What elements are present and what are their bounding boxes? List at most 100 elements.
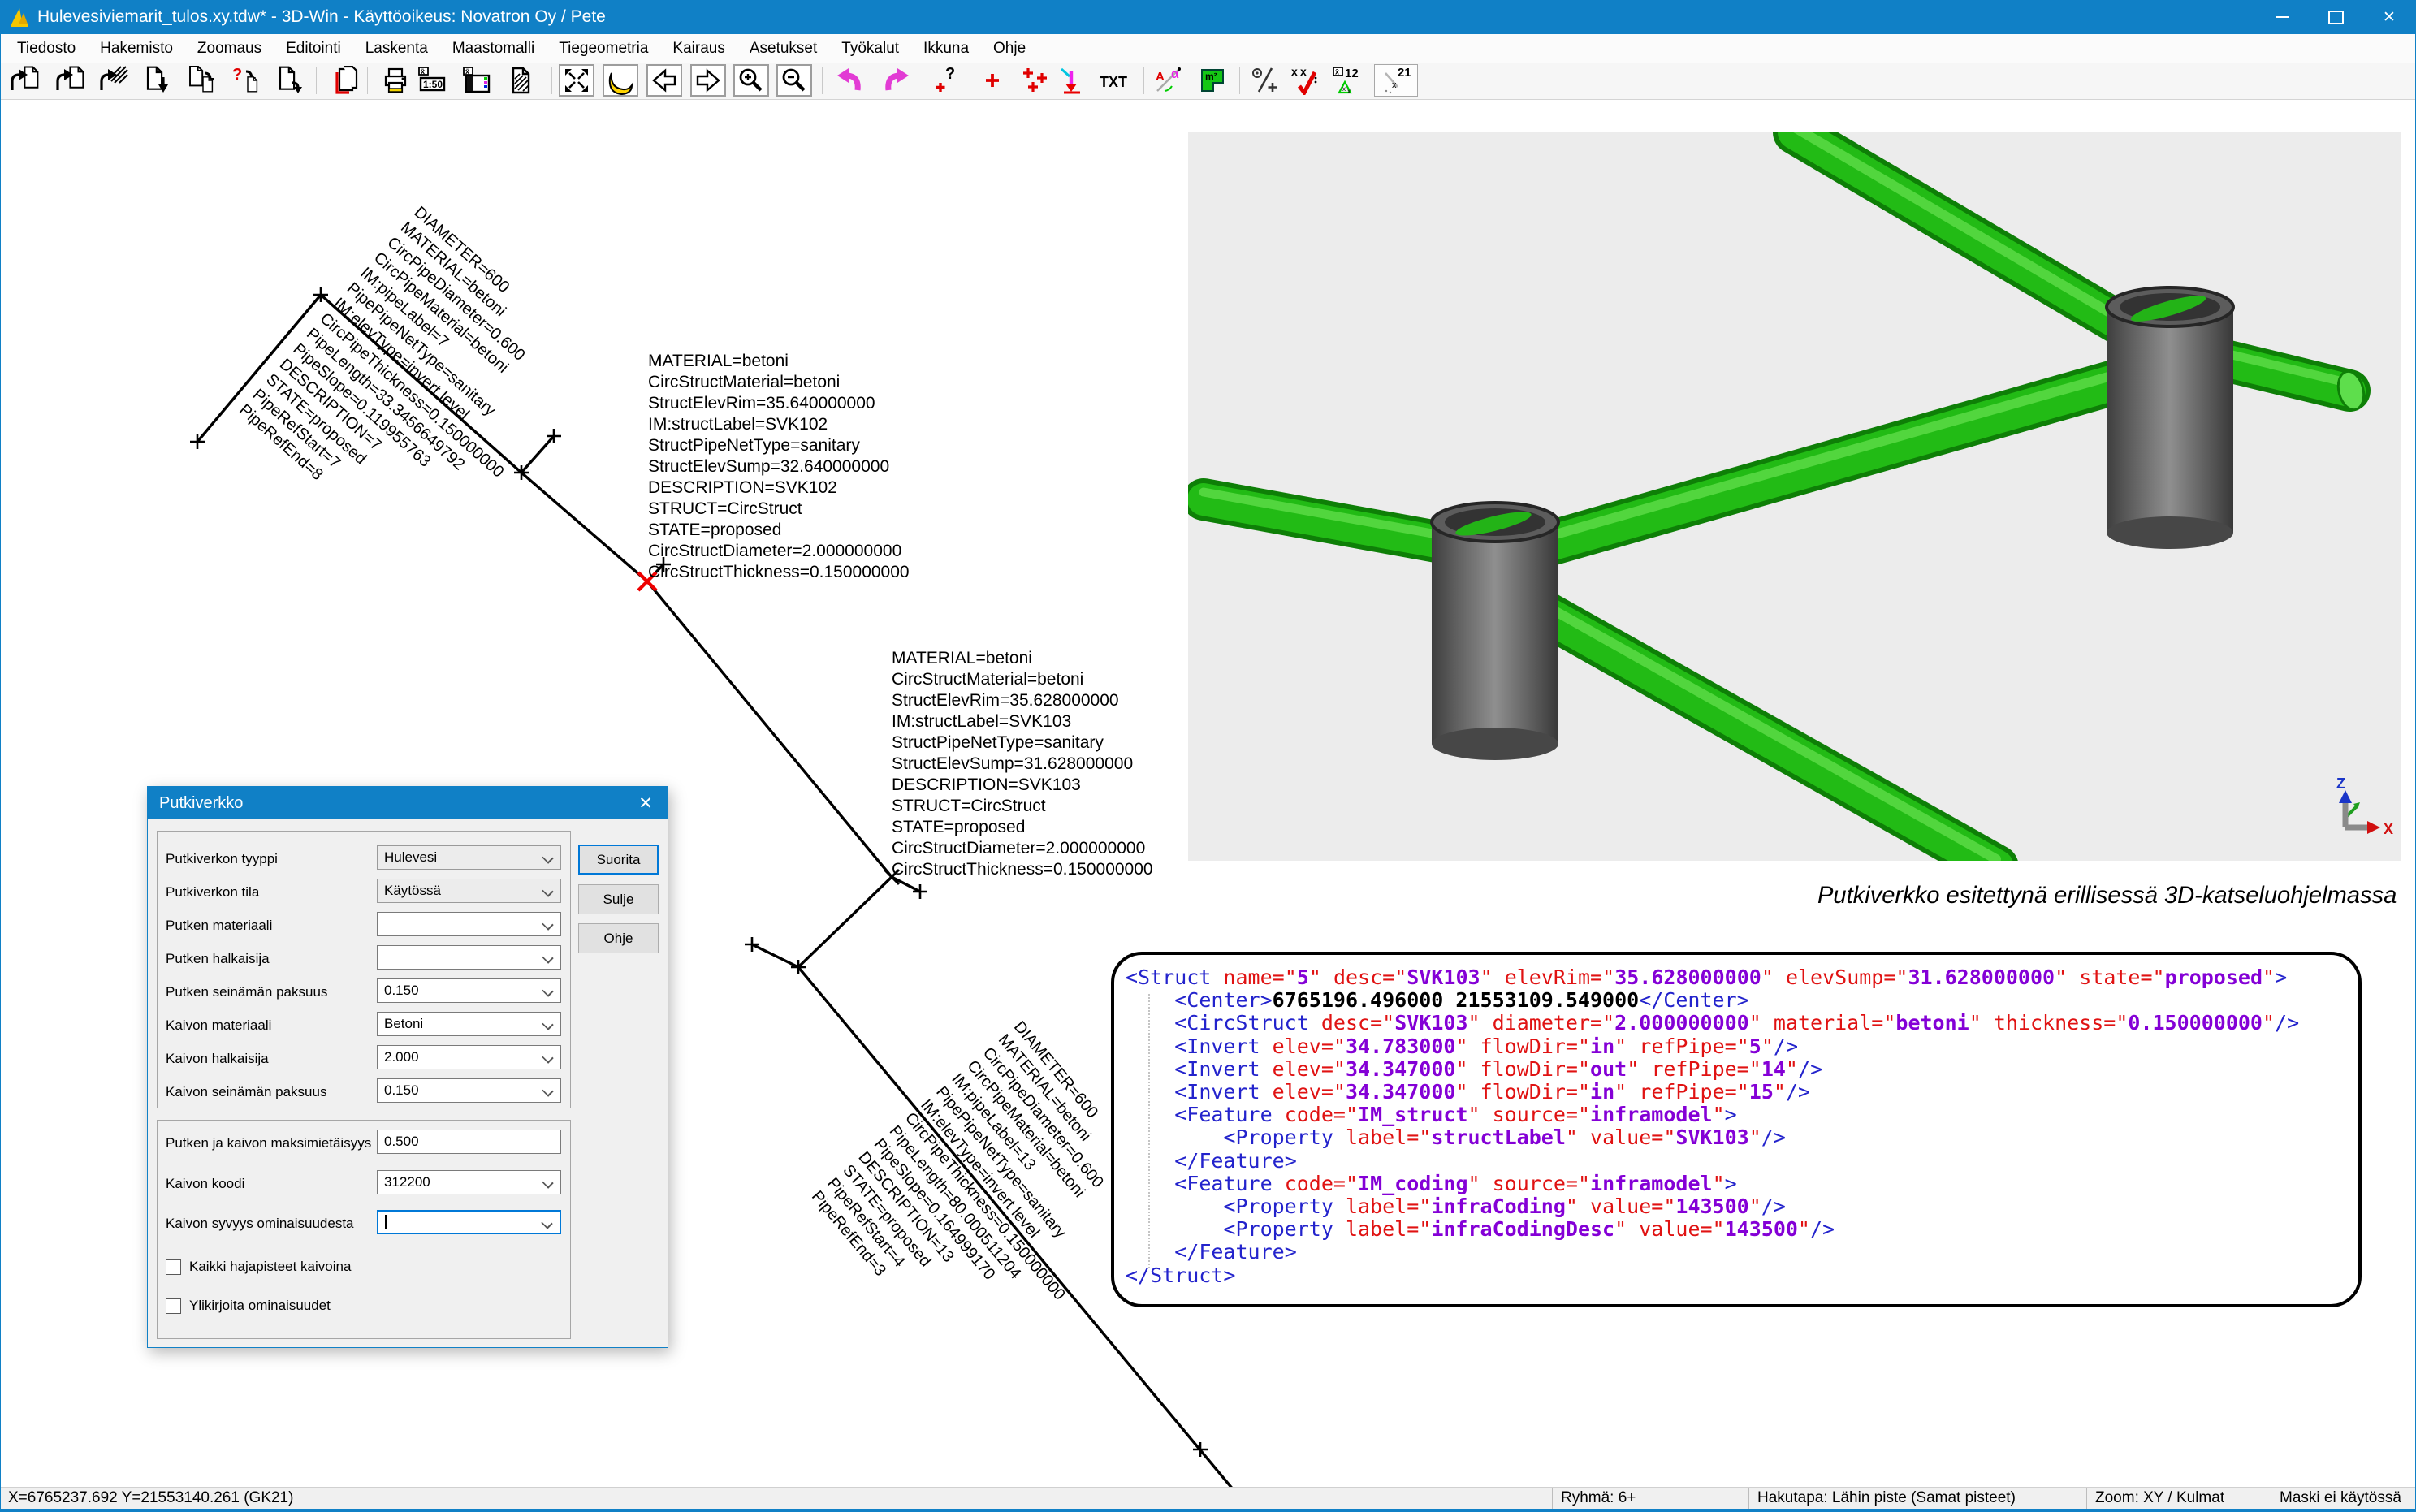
dialog-title-bar[interactable]: Putkiverkko [148,787,668,819]
field-value: Käytössä [384,883,441,898]
point-count-button[interactable]: 21x [1374,64,1418,97]
zoom-out-button[interactable] [776,64,812,97]
svg-text:α: α [1171,67,1179,81]
menu-item-maastomalli[interactable]: Maastomalli [440,40,547,58]
drawing-scale-button[interactable]: x̄ 1:50 [414,64,450,97]
chevron-down-icon[interactable] [541,1217,552,1229]
add-point-button[interactable] [975,64,1010,97]
dialog-button-ohje[interactable]: Ohje [578,923,659,953]
menu-item-ohje[interactable]: Ohje [981,40,1038,58]
combo-putken-materiaali[interactable] [377,912,561,936]
open-reference-button[interactable] [96,64,132,97]
dialog-button-sulje[interactable]: Sulje [578,884,659,914]
code-tool-button[interactable] [1247,64,1283,97]
checkbox-ylikirjoita-ominaisuudet[interactable]: Ylikirjoita ominaisuudet [166,1298,331,1314]
text-tool-button[interactable]: TXT [1096,64,1132,97]
approve-points-button[interactable]: xx [1286,64,1322,97]
chevron-down-icon[interactable] [542,952,553,963]
add-points-button[interactable] [1017,64,1052,97]
add-point-query-button[interactable]: ? [930,64,966,97]
code-tool-icon [1251,66,1280,95]
svg-text:x̄: x̄ [421,67,425,76]
menu-item-laskenta[interactable]: Laskenta [353,40,440,58]
chevron-down-icon[interactable] [542,1177,553,1188]
point-tool-button[interactable] [1055,64,1091,97]
print-button[interactable] [378,64,413,97]
svg-text:21: 21 [1398,66,1411,80]
chevron-down-icon[interactable] [542,985,553,996]
zoom-next-button[interactable] [690,64,726,97]
chevron-down-icon[interactable] [542,885,553,896]
window-settings-button[interactable]: x̄ [459,64,495,97]
save-file-as-button[interactable] [183,64,218,97]
zoom-next-icon [694,66,723,95]
close-button[interactable]: ✕ [2362,0,2416,34]
area-tool-button[interactable]: m² [1195,64,1231,97]
svg-text:x: x [1300,66,1307,78]
combo-kaivon-koodi[interactable]: 312200 [377,1170,561,1194]
write-file-button[interactable] [271,64,307,97]
xml-line: </Struct> [1126,1264,2358,1287]
field-value: 0.150 [384,983,419,998]
text-caret [385,1215,387,1229]
menu-item-tiegeometria[interactable]: Tiegeometria [547,40,660,58]
zoom-in-icon [737,66,766,95]
maximize-button[interactable] [2309,0,2362,34]
dialog-button-suorita[interactable]: Suorita [578,845,659,875]
checkbox-box[interactable] [166,1259,181,1275]
combo-kaivon-materiaali[interactable]: Betoni [377,1012,561,1036]
menu-item-hakemisto[interactable]: Hakemisto [88,40,185,58]
menu-item-kairaus[interactable]: Kairaus [660,40,737,58]
chevron-down-icon[interactable] [542,1052,553,1063]
combo-kaivon-sein-m-n-paksuus[interactable]: 0.150 [377,1078,561,1103]
angle-tool-button[interactable]: Aα [1152,64,1187,97]
toolbar-separator [316,67,317,94]
zoom-extents-button[interactable] [559,64,594,97]
combo-putken-halkaisija[interactable] [377,945,561,970]
minimize-button[interactable] [2255,0,2309,34]
combo-putkiverkon-tyyppi[interactable]: Hulevesi [377,845,561,870]
hatch-settings-button[interactable] [502,64,538,97]
menu-item-editointi[interactable]: Editointi [274,40,353,58]
struct-attributes-svk102: MATERIAL=betoni CircStructMaterial=beton… [648,351,910,583]
checkbox-label: Kaikki hajapisteet kaivoina [189,1259,351,1275]
input-putken-ja-kaivon-maksimiet-isyys[interactable]: 0.500 [377,1130,561,1154]
field-value: 0.150 [384,1082,419,1098]
svg-text:1:50: 1:50 [423,79,443,90]
menu-item-asetukset[interactable]: Asetukset [737,40,829,58]
zoom-previous-button[interactable] [646,64,682,97]
combo-kaivon-halkaisija[interactable]: 2.000 [377,1045,561,1069]
toolbar-separator [822,67,823,94]
checkbox-box[interactable] [166,1298,181,1314]
combo-putkiverkon-tila[interactable]: Käytössä [377,879,561,903]
save-help-button[interactable]: ? [227,64,263,97]
xml-line: </Feature> [1126,1241,2358,1264]
chevron-down-icon[interactable] [542,1085,553,1096]
combo-putken-sein-m-n-paksuus[interactable]: 0.150 [377,978,561,1003]
zoom-in-button[interactable] [733,64,769,97]
svg-text:x: x [1392,80,1397,90]
checkbox-kaikki-hajapisteet-kaivoina[interactable]: Kaikki hajapisteet kaivoina [166,1259,351,1275]
axis-indicator-icon: Z X [2336,775,2393,837]
dialog-close-icon[interactable]: ✕ [624,787,668,819]
zoom-free-button[interactable] [603,64,638,97]
angle-tool-icon: Aα [1155,66,1184,95]
menu-item-ikkuna[interactable]: Ikkuna [911,40,981,58]
menu-item-ty-kalut[interactable]: Työkalut [829,40,911,58]
open-file-alt-button[interactable] [52,64,88,97]
combo-kaivon-syvyys-ominaisuudesta[interactable] [377,1210,561,1234]
chevron-down-icon[interactable] [542,1018,553,1030]
file-manager-button[interactable] [326,64,362,97]
field-value: 2.000 [384,1049,419,1065]
save-file-button[interactable] [139,64,175,97]
chevron-down-icon[interactable] [542,918,553,930]
file-manager-icon [330,66,359,95]
undo-button[interactable] [832,64,867,97]
menu-item-zoomaus[interactable]: Zoomaus [185,40,274,58]
point-stats-button[interactable]: x̄12xx [1329,64,1364,97]
chevron-down-icon[interactable] [542,852,553,863]
redo-button[interactable] [879,64,914,97]
menu-item-tiedosto[interactable]: Tiedosto [5,40,88,58]
open-file-button[interactable] [6,64,42,97]
window-settings-icon: x̄ [462,66,491,95]
